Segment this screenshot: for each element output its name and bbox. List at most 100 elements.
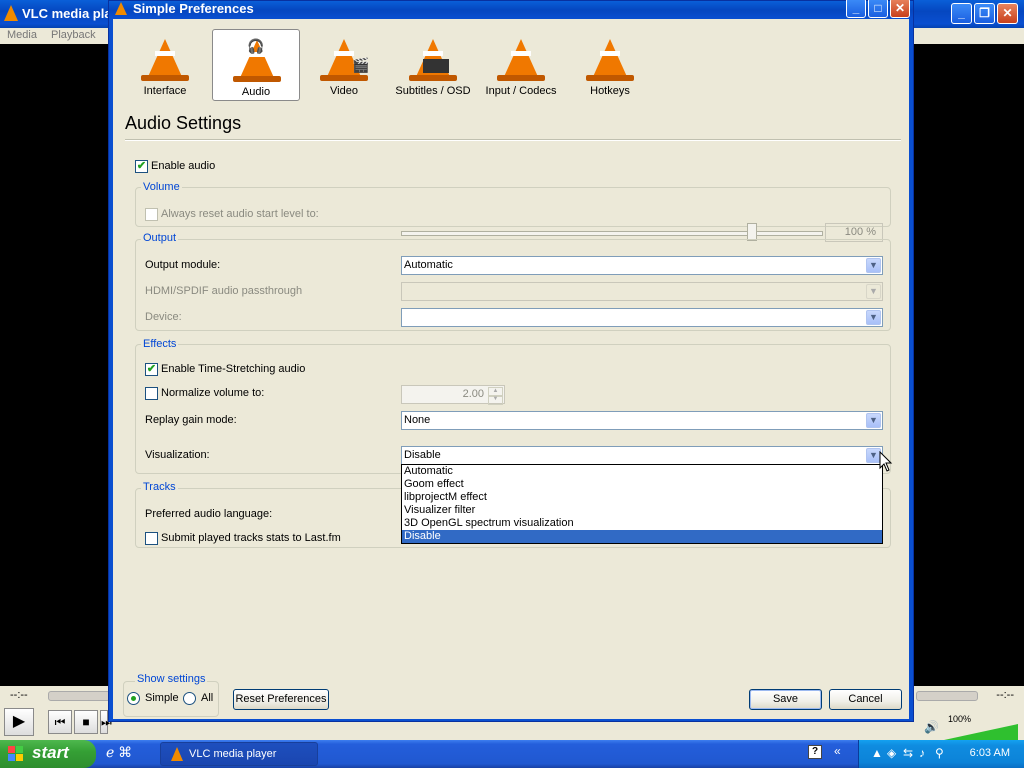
flag-red [8, 746, 15, 753]
vlc-tray-icon[interactable]: ▲ [871, 746, 883, 760]
vlc-minimize-button[interactable]: _ [951, 3, 972, 24]
elapsed-time: --:-- [10, 689, 28, 701]
volume-slider[interactable] [944, 724, 1018, 740]
next-icon[interactable]: ⏭ [100, 710, 112, 734]
category-audio[interactable]: 🎧 Audio [212, 29, 300, 101]
device-label: Device: [145, 311, 182, 323]
dialog-close-button[interactable]: ✕ [890, 0, 910, 18]
page-title: Audio Settings [125, 113, 242, 133]
show-hidden-icons-icon[interactable]: « [834, 744, 841, 758]
category-label: Input / Codecs [485, 85, 557, 97]
normalize-label: Normalize volume to: [161, 387, 265, 399]
help-icon[interactable]: ? [808, 745, 822, 759]
speaker-icon[interactable]: 🔊 [924, 720, 939, 734]
category-video[interactable]: 🎬 Video [300, 29, 388, 101]
dialog-title: Simple Preferences [133, 1, 254, 16]
preferences-dialog: Simple Preferences _ □ ✕ Interface 🎧 Audio… [108, 0, 914, 722]
reset-level-checkbox[interactable] [145, 208, 158, 221]
visualization-label: Visualization: [145, 449, 210, 461]
visualization-value: Disable [404, 449, 441, 461]
hdmi-select[interactable]: ▼ [401, 282, 883, 301]
cone-base [320, 75, 368, 81]
spin-down-icon[interactable]: ▼ [488, 395, 503, 405]
replay-gain-select[interactable]: None ▼ [401, 411, 883, 430]
dialog-maximize-button[interactable]: □ [868, 0, 888, 18]
category-label: Interface [143, 85, 187, 97]
save-button[interactable]: Save [749, 689, 822, 710]
interface-cone-icon [147, 39, 183, 79]
cancel-button[interactable]: Cancel [829, 689, 902, 710]
menu-playback[interactable]: Playback [51, 29, 96, 41]
visualization-option[interactable]: libprojectM effect [402, 491, 882, 504]
category-label: Audio [241, 86, 271, 98]
category-label: Video [330, 85, 358, 97]
cone-base [141, 75, 189, 81]
shield-icon[interactable]: ◈ [887, 746, 896, 760]
dialog-titlebar[interactable]: Simple Preferences _ □ ✕ [109, 0, 913, 19]
category-input-codecs[interactable]: Input / Codecs [477, 29, 565, 101]
chevron-down-icon[interactable]: ▼ [866, 258, 881, 273]
previous-icon[interactable]: ⏮ [48, 710, 72, 734]
enable-audio-checkbox[interactable]: ✔ [135, 160, 148, 173]
volume-level-slider[interactable] [401, 231, 823, 236]
hotkeys-cone-icon [592, 39, 628, 79]
headphones-icon: 🎧 [247, 38, 265, 54]
time-stretch-checkbox[interactable]: ✔ [145, 363, 158, 376]
seek-bar[interactable] [48, 691, 110, 701]
taskbar: start ℯ ⌘ VLC media player ? « ▲ ◈ ⇆ ♪ ⚲… [0, 740, 1024, 768]
enable-audio-label: Enable audio [151, 160, 216, 172]
play-icon[interactable]: ▶ [4, 708, 34, 736]
reset-level-label: Always reset audio start level to: [161, 208, 319, 220]
speaker-tray-icon[interactable]: ♪ [919, 746, 925, 760]
seek-bar-end[interactable] [916, 691, 978, 701]
clock: 6:03 AM [969, 747, 1010, 759]
replay-gain-label: Replay gain mode: [145, 414, 237, 426]
flag-yellow [16, 754, 23, 761]
taskbar-item-vlc[interactable]: VLC media player [160, 742, 318, 766]
cone-base [497, 75, 545, 81]
vlc-task-cone-icon [171, 747, 183, 761]
chevron-down-icon: ▼ [866, 284, 881, 299]
vlc-close-button[interactable]: ✕ [997, 3, 1018, 24]
visualization-select[interactable]: Disable ▼ [401, 446, 883, 465]
cone-base [233, 76, 281, 82]
flag-green [16, 746, 23, 753]
search-icon[interactable]: ⚲ [935, 746, 944, 760]
all-label: All [201, 692, 214, 704]
start-button[interactable]: start [0, 740, 96, 768]
visualization-option[interactable]: Automatic [402, 465, 882, 478]
menu-media[interactable]: Media [7, 29, 37, 41]
stop-icon[interactable]: ■ [74, 710, 98, 734]
flag-blue [8, 754, 15, 761]
category-hotkeys[interactable]: Hotkeys [566, 29, 654, 101]
quick-launch-ie-icon[interactable]: ℯ ⌘ [106, 744, 132, 761]
dialog-minimize-button[interactable]: _ [846, 0, 866, 18]
output-module-value: Automatic [404, 259, 453, 271]
lastfm-checkbox[interactable] [145, 532, 158, 545]
volume-group [135, 187, 891, 227]
vlc-restore-button[interactable]: ❐ [974, 3, 995, 24]
reset-preferences-button[interactable]: Reset Preferences [233, 689, 329, 710]
device-select[interactable]: ▼ [401, 308, 883, 327]
category-subtitles[interactable]: Subtitles / OSD [389, 29, 477, 101]
category-interface[interactable]: Interface [121, 29, 209, 101]
cone-base [409, 75, 457, 81]
chevron-down-icon[interactable]: ▼ [866, 413, 881, 428]
visualization-option[interactable]: Goom effect [402, 478, 882, 491]
output-module-select[interactable]: Automatic ▼ [401, 256, 883, 275]
normalize-checkbox[interactable] [145, 387, 158, 400]
output-module-label: Output module: [145, 259, 221, 271]
visualization-option-selected[interactable]: Disable [402, 530, 882, 543]
simple-label: Simple [145, 692, 179, 704]
chevron-down-icon[interactable]: ▼ [866, 310, 881, 325]
all-radio[interactable] [183, 692, 196, 705]
tracks-group-title: Tracks [141, 481, 178, 493]
simple-radio[interactable] [127, 692, 140, 705]
visualization-option[interactable]: 3D OpenGL spectrum visualization [402, 517, 882, 530]
visualization-option[interactable]: Visualizer filter [402, 504, 882, 517]
taskbar-item-label: VLC media player [189, 748, 277, 760]
subtitle-screen-icon [423, 59, 449, 73]
network-icon[interactable]: ⇆ [903, 746, 913, 760]
normalize-spinbox[interactable]: 2.00 ▲ ▼ [401, 385, 505, 405]
category-label: Hotkeys [590, 85, 630, 97]
